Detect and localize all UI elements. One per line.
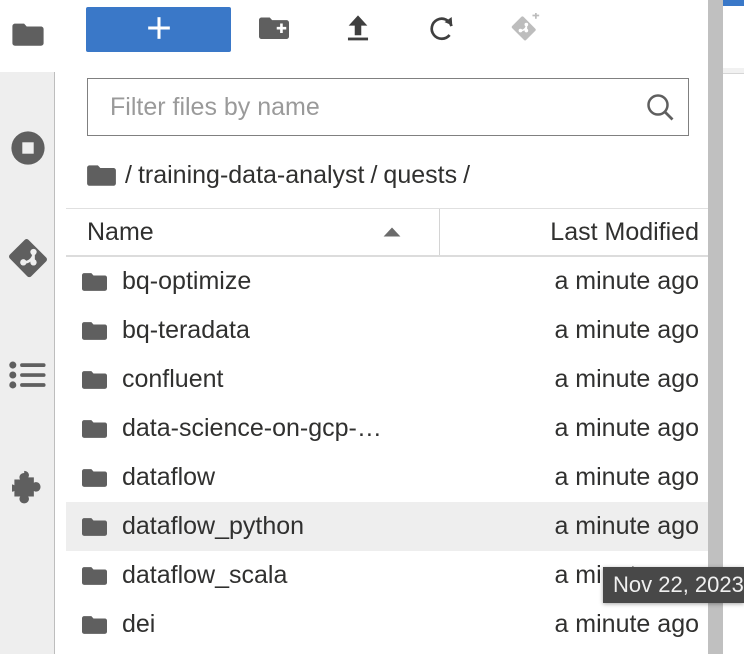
folder-icon — [66, 320, 122, 341]
puzzle-piece-icon — [9, 469, 47, 507]
adjacent-panel-edge — [723, 0, 744, 654]
git-icon — [8, 238, 48, 278]
table-row-name: data-science-on-gcp-… — [122, 414, 554, 443]
table-row-last-modified: a minute ago — [554, 365, 713, 394]
table-row[interactable]: bq-teradataa minute ago — [66, 306, 713, 355]
table-row-last-modified: a minute ago — [554, 414, 713, 443]
activity-sidebar-lower — [0, 72, 55, 654]
table-row-last-modified: a minute ago — [554, 316, 713, 345]
folder-icon — [66, 369, 122, 390]
folder-icon — [66, 271, 122, 292]
breadcrumb: / training-data-analyst / quests / — [87, 152, 707, 198]
table-row[interactable]: deia minute ago — [66, 600, 713, 649]
sidebar-item-file-browser[interactable] — [0, 0, 56, 72]
table-row-name: bq-optimize — [122, 267, 554, 296]
table-row-last-modified: a minute ago — [554, 267, 713, 296]
filter-files-input[interactable] — [88, 79, 632, 135]
sidebar-item-extension-manager[interactable] — [0, 460, 55, 516]
new-folder-icon — [259, 15, 289, 44]
breadcrumb-segment-quests[interactable]: quests — [383, 161, 457, 190]
vertical-scrollbar-thumb[interactable] — [708, 0, 723, 654]
column-header-name-label: Name — [66, 218, 154, 247]
folder-icon — [66, 467, 122, 488]
breadcrumb-separator-1: / — [364, 161, 383, 190]
table-row-name: confluent — [122, 365, 554, 394]
table-row-name: dataflow_scala — [122, 561, 554, 590]
table-row-last-modified: a minute ago — [554, 463, 713, 492]
table-row[interactable]: data-science-on-gcp-…a minute ago — [66, 404, 713, 453]
column-header-name[interactable]: Name — [66, 209, 440, 255]
adjacent-panel-active-tab-indicator — [723, 0, 744, 6]
vertical-scrollbar[interactable] — [708, 0, 723, 654]
breadcrumb-segment-training-data-analyst[interactable]: training-data-analyst — [138, 161, 365, 190]
table-row-name: dataflow_python — [122, 512, 554, 541]
breadcrumb-separator-0: / — [119, 161, 138, 190]
folder-icon — [12, 21, 44, 52]
table-row[interactable]: dataflow_pythona minute ago — [66, 502, 713, 551]
folder-icon — [66, 516, 122, 537]
column-header-last-modified[interactable]: Last Modified — [440, 209, 713, 255]
activity-sidebar — [0, 0, 56, 654]
breadcrumb-separator-2: / — [457, 161, 476, 190]
table-row-name: dataflow — [122, 463, 554, 492]
breadcrumb-home-folder-icon[interactable] — [87, 163, 116, 187]
new-folder-button[interactable] — [246, 7, 302, 52]
directory-listing-header: Name Last Modified — [66, 208, 713, 257]
caret-up-icon — [383, 227, 401, 238]
file-browser-panel: / training-data-analyst / quests / Name … — [56, 0, 713, 654]
sidebar-item-git[interactable] — [0, 230, 55, 286]
table-row-name: dei — [122, 610, 554, 639]
table-row[interactable]: dataflowa minute ago — [66, 453, 713, 502]
sidebar-item-table-of-contents[interactable] — [0, 347, 55, 403]
running-stop-circle-icon — [9, 129, 47, 167]
new-launcher-button[interactable] — [86, 7, 231, 52]
list-bullet-icon — [9, 360, 47, 390]
folder-icon — [66, 418, 122, 439]
plus-icon — [146, 15, 172, 44]
jupyterlab-file-browser-window: / training-data-analyst / quests / Name … — [0, 0, 744, 654]
table-row[interactable]: confluenta minute ago — [66, 355, 713, 404]
table-row[interactable]: bq-optimizea minute ago — [66, 257, 713, 306]
refresh-icon — [428, 14, 456, 45]
adjacent-panel-toolbar-divider — [723, 73, 744, 74]
git-clone-button[interactable] — [498, 7, 554, 52]
column-header-last-modified-label: Last Modified — [550, 218, 699, 247]
table-row-last-modified: a minute ago — [554, 610, 713, 639]
table-row-last-modified: a minute ago — [554, 512, 713, 541]
search-icon[interactable] — [632, 92, 688, 122]
folder-icon — [66, 565, 122, 586]
last-modified-tooltip: Nov 22, 2023 — [603, 567, 744, 603]
file-browser-toolbar — [56, 0, 713, 62]
upload-button[interactable] — [330, 7, 386, 52]
sidebar-item-running-sessions[interactable] — [0, 120, 55, 176]
upload-icon — [345, 14, 371, 45]
folder-icon — [66, 614, 122, 635]
git-clone-icon — [511, 13, 541, 46]
filter-files-box[interactable] — [87, 78, 689, 136]
refresh-button[interactable] — [414, 7, 470, 52]
table-row-name: bq-teradata — [122, 316, 554, 345]
